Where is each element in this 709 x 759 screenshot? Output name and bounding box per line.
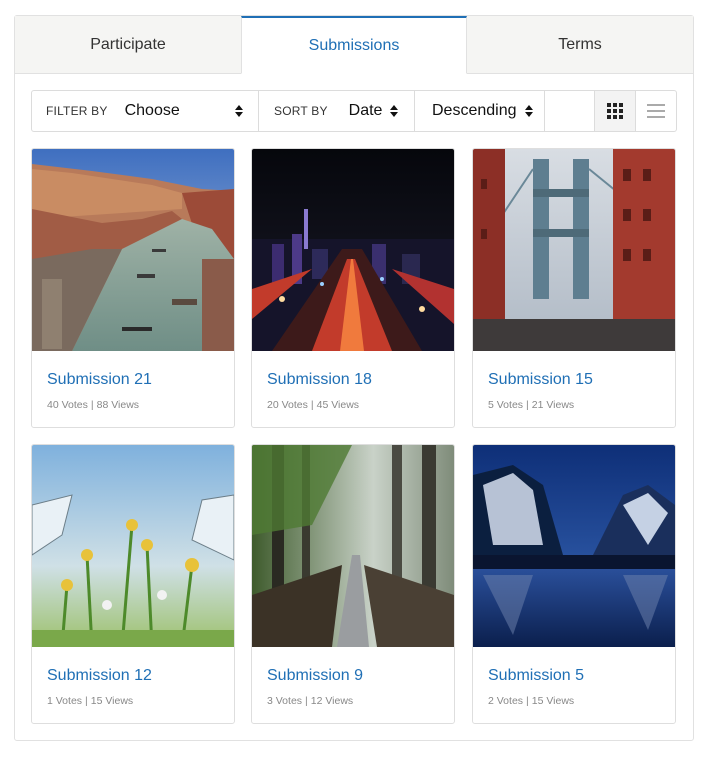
submission-thumbnail-venice-canal[interactable]	[32, 149, 234, 351]
filter-value: Choose	[124, 102, 180, 119]
vote-count: 5 Votes	[488, 399, 524, 411]
toolbar-spacer	[545, 91, 595, 131]
view-count: 12 Views	[310, 695, 354, 707]
tab-submissions[interactable]: Submissions	[241, 16, 467, 74]
list-view-icon	[647, 104, 665, 118]
sort-value: Date	[348, 102, 383, 119]
vote-count: 40 Votes	[47, 399, 88, 411]
submission-card[interactable]: Submission 9 3 Votes | 12 Views	[251, 444, 455, 724]
grid-view-button[interactable]	[595, 91, 636, 131]
filter-label: FILTER BY	[46, 104, 108, 118]
sort-select[interactable]: SORT BY Date	[259, 91, 415, 131]
order-value: Descending	[432, 102, 517, 119]
submission-stats: 2 Votes | 15 Views	[488, 695, 575, 707]
submission-title[interactable]: Submission 9	[267, 667, 363, 685]
sort-label: SORT BY	[274, 104, 328, 118]
submission-thumbnail-butterflies-flowers[interactable]	[32, 445, 234, 647]
grid-view-icon	[607, 103, 623, 119]
filter-select[interactable]: FILTER BY Choose	[32, 91, 259, 131]
submission-card[interactable]: Submission 12 1 Votes | 15 Views	[31, 444, 235, 724]
submission-title[interactable]: Submission 15	[488, 371, 593, 389]
vote-count: 2 Votes	[488, 695, 524, 707]
tab-participate[interactable]: Participate	[15, 16, 241, 74]
view-count: 45 Views	[316, 399, 360, 411]
submission-title[interactable]: Submission 12	[47, 667, 152, 685]
submissions-toolbar: FILTER BY Choose SORT BY Date Descending	[31, 90, 677, 132]
submission-card[interactable]: Submission 18 20 Votes | 45 Views	[251, 148, 455, 428]
submissions-panel: Participate Submissions Terms FILTER BY …	[14, 15, 694, 741]
submission-stats: 3 Votes | 12 Views	[267, 695, 354, 707]
submission-title[interactable]: Submission 18	[267, 371, 372, 389]
tab-terms[interactable]: Terms	[467, 16, 693, 74]
vote-count: 1 Votes	[47, 695, 83, 707]
submission-thumbnail-night-city[interactable]	[252, 149, 454, 351]
submission-card[interactable]: Submission 15 5 Votes | 21 Views	[472, 148, 676, 428]
list-view-button[interactable]	[636, 91, 676, 131]
filter-select-arrows-icon	[234, 105, 243, 117]
order-select-arrows-icon	[524, 105, 533, 117]
view-count: 15 Views	[531, 695, 575, 707]
submission-thumbnail-mountain-lake[interactable]	[473, 445, 675, 647]
view-count: 88 Views	[96, 399, 140, 411]
vote-count: 20 Votes	[267, 399, 308, 411]
submission-thumbnail-bridge[interactable]	[473, 149, 675, 351]
vote-count: 3 Votes	[267, 695, 303, 707]
submission-stats: 1 Votes | 15 Views	[47, 695, 134, 707]
view-count: 15 Views	[90, 695, 134, 707]
submission-thumbnail-forest-path[interactable]	[252, 445, 454, 647]
view-count: 21 Views	[531, 399, 575, 411]
submission-stats: 5 Votes | 21 Views	[488, 399, 575, 411]
submission-title[interactable]: Submission 5	[488, 667, 584, 685]
submission-stats: 40 Votes | 88 Views	[47, 399, 140, 411]
submission-title[interactable]: Submission 21	[47, 371, 152, 389]
submission-card[interactable]: Submission 21 40 Votes | 88 Views	[31, 148, 235, 428]
submission-stats: 20 Votes | 45 Views	[267, 399, 360, 411]
submission-card[interactable]: Submission 5 2 Votes | 15 Views	[472, 444, 676, 724]
sort-select-arrows-icon	[390, 105, 399, 117]
tab-bar: Participate Submissions Terms	[15, 16, 693, 74]
order-select[interactable]: Descending	[415, 91, 545, 131]
